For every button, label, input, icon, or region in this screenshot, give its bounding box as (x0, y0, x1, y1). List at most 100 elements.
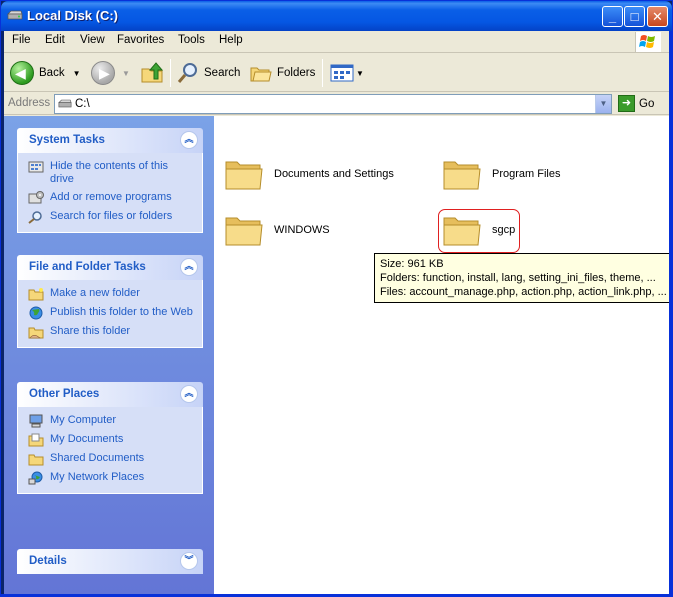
place-my-network[interactable]: My Network Places (28, 471, 194, 485)
file-folder-tasks-header[interactable]: File and Folder Tasks ︽ (17, 255, 203, 280)
details-title: Details (29, 555, 67, 567)
task-share-folder[interactable]: Share this folder (28, 325, 194, 339)
task-hide-contents[interactable]: Hide the contents of this drive (28, 160, 194, 186)
forward-dropdown-icon[interactable]: ▼ (122, 69, 130, 78)
menu-bar: File Edit View Favorites Tools Help (4, 31, 669, 53)
search-label: Search (204, 67, 241, 79)
collapse-icon[interactable]: ︽ (180, 258, 198, 276)
go-label: Go (639, 97, 655, 110)
system-tasks-body: Hide the contents of this drive Add or r… (17, 153, 203, 233)
tooltip-size: Size: 961 KB (380, 258, 444, 270)
explorer-content: System Tasks ︽ Hide the contents of this… (4, 116, 672, 594)
file-folder-tasks-panel: File and Folder Tasks ︽ Make a new folde… (17, 255, 203, 348)
new-folder-icon (28, 288, 44, 301)
share-folder-icon (28, 327, 44, 339)
folder-item[interactable]: Program Files (442, 156, 560, 192)
folder-name: Documents and Settings (274, 168, 394, 180)
details-panel: Details ︾ (17, 549, 203, 574)
up-folder-icon (141, 62, 164, 83)
back-button[interactable]: ◀ Back ▼ (10, 59, 81, 87)
title-bar[interactable]: Local Disk (C:) _ □ ✕ (1, 1, 672, 31)
views-dropdown-icon[interactable]: ▼ (356, 69, 364, 78)
address-bar: Address C:\ ▼ ➜ Go (4, 93, 669, 115)
task-label: My Network Places (50, 471, 145, 483)
back-dropdown-icon[interactable]: ▼ (73, 69, 81, 78)
task-label: Add or remove programs (50, 191, 172, 203)
file-folder-tasks-body: Make a new folder Publish this folder to… (17, 280, 203, 348)
minimize-button[interactable]: _ (602, 6, 623, 27)
up-folder-button[interactable] (140, 59, 164, 87)
place-my-computer[interactable]: My Computer (28, 414, 194, 428)
toolbar-separator (170, 59, 171, 87)
folder-icon (225, 161, 263, 190)
other-places-header[interactable]: Other Places ︽ (17, 382, 203, 407)
close-button[interactable]: ✕ (647, 6, 668, 27)
window-border (669, 31, 673, 597)
task-label: My Computer (50, 414, 117, 426)
place-my-documents[interactable]: My Documents (28, 433, 194, 447)
views-icon (330, 64, 354, 82)
task-label: Shared Documents (50, 452, 145, 464)
task-label: My Documents (50, 433, 124, 445)
search-icon (177, 63, 197, 83)
folder-tooltip: Size: 961 KB Folders: function, install,… (374, 253, 672, 303)
folder-item[interactable]: WINDOWS (224, 212, 330, 248)
address-input[interactable]: C:\ ▼ (54, 94, 612, 114)
search-icon (28, 211, 42, 224)
folder-name: WINDOWS (274, 224, 330, 236)
windows-logo-icon (635, 32, 661, 52)
explorer-window: Local Disk (C:) _ □ ✕ File Edit View Fav… (0, 0, 673, 597)
menu-file[interactable]: File (12, 34, 31, 46)
folders-icon (250, 67, 272, 82)
folders-button[interactable]: Folders (249, 59, 315, 87)
folder-icon (443, 161, 481, 190)
minimize-icon: _ (608, 9, 617, 24)
task-search-files[interactable]: Search for files or folders (28, 210, 194, 224)
collapse-icon[interactable]: ︽ (180, 385, 198, 403)
drive-icon (58, 99, 72, 108)
forward-button[interactable]: ▶ ▼ (91, 59, 130, 87)
folder-icon (225, 217, 263, 246)
task-add-remove-programs[interactable]: Add or remove programs (28, 191, 194, 205)
expand-icon[interactable]: ︾ (180, 552, 198, 570)
toolbar: ◀ Back ▼ ▶ ▼ Search Folders ▼ (4, 54, 669, 92)
maximize-button[interactable]: □ (624, 6, 645, 27)
add-remove-programs-icon (28, 191, 44, 204)
menu-view[interactable]: View (80, 34, 105, 46)
close-icon: ✕ (652, 9, 663, 24)
menu-favorites[interactable]: Favorites (117, 34, 164, 46)
folder-name: Program Files (492, 168, 561, 180)
file-folder-tasks-title: File and Folder Tasks (29, 261, 146, 273)
system-tasks-header[interactable]: System Tasks ︽ (17, 128, 203, 153)
search-button[interactable]: Search (176, 59, 240, 87)
window-client-area: File Edit View Favorites Tools Help ◀ Ba… (4, 31, 672, 594)
system-tasks-title: System Tasks (29, 134, 105, 146)
task-make-new-folder[interactable]: Make a new folder (28, 287, 194, 301)
collapse-icon[interactable]: ︽ (180, 131, 198, 149)
system-tasks-panel: System Tasks ︽ Hide the contents of this… (17, 128, 203, 233)
back-arrow-icon: ◀ (10, 61, 34, 85)
globe-icon (29, 306, 43, 320)
forward-arrow-icon: ▶ (91, 61, 115, 85)
task-label: Search for files or folders (50, 210, 173, 222)
highlight-circle (438, 209, 520, 253)
go-arrow-icon: ➜ (618, 95, 635, 112)
menu-edit[interactable]: Edit (45, 34, 65, 46)
hide-contents-icon (28, 161, 44, 173)
place-shared-documents[interactable]: Shared Documents (28, 452, 194, 466)
menu-tools[interactable]: Tools (178, 34, 205, 46)
menu-help[interactable]: Help (219, 34, 243, 46)
folder-item[interactable]: Documents and Settings (224, 156, 394, 192)
computer-icon (29, 414, 43, 428)
other-places-panel: Other Places ︽ My Computer My Documents … (17, 382, 203, 494)
task-label: Share this folder (50, 325, 131, 337)
views-button[interactable]: ▼ (330, 59, 364, 87)
details-header[interactable]: Details ︾ (17, 549, 203, 574)
address-dropdown-icon[interactable]: ▼ (595, 95, 611, 113)
tooltip-files: Files: account_manage.php, action.php, a… (380, 286, 667, 298)
task-publish-web[interactable]: Publish this folder to the Web (28, 306, 194, 320)
go-button[interactable]: ➜ Go (618, 95, 654, 112)
drive-icon (7, 10, 23, 20)
tooltip-folders: Folders: function, install, lang, settin… (380, 272, 656, 284)
other-places-title: Other Places (29, 388, 100, 400)
